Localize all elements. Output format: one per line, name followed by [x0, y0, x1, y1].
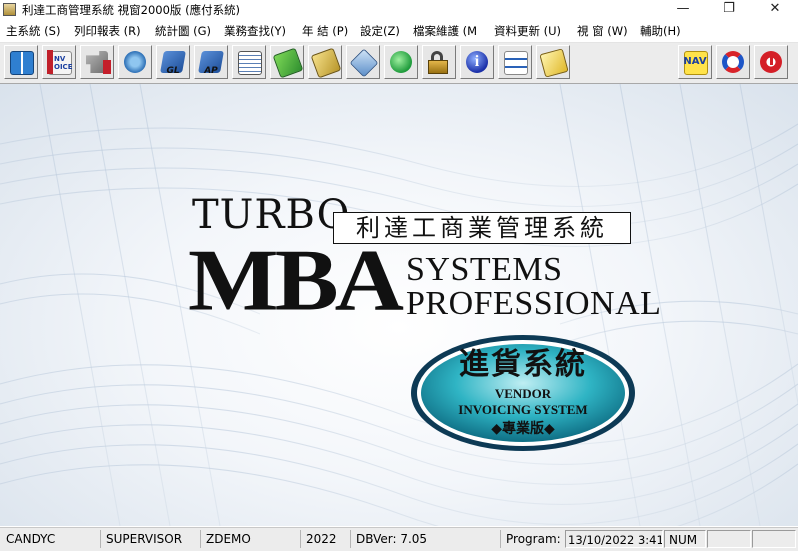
status-caps-indicator [707, 530, 751, 548]
green-disk-button[interactable] [270, 45, 304, 79]
book-button[interactable] [4, 45, 38, 79]
status-year: 2022 [306, 532, 337, 546]
minimize-button[interactable]: — [660, 0, 706, 19]
status-separator [500, 530, 501, 548]
green-disk-icon [272, 47, 304, 79]
report-button[interactable] [232, 45, 266, 79]
numbered-list-icon [504, 51, 528, 75]
lock-icon [428, 60, 448, 74]
info-icon: i [466, 51, 488, 73]
menu-data-update[interactable]: 資料更新 (U) [494, 23, 561, 39]
app-icon[interactable] [3, 3, 16, 16]
tool-handle-icon [103, 60, 111, 74]
badge-chinese-title: 進貨系統 [459, 347, 587, 382]
status-program-label: Program: [506, 532, 561, 546]
gold-disk-icon [310, 47, 342, 79]
status-datetime: 13/10/2022 3:41: [565, 530, 663, 548]
menu-window[interactable]: 視 窗 (W) [577, 23, 628, 39]
close-button[interactable]: ✕ [752, 0, 798, 19]
logo-turbo: TURBO [192, 192, 351, 238]
gl-button[interactable]: GL [156, 45, 190, 79]
gold-disk-button[interactable] [308, 45, 342, 79]
logo-systems: SYSTEMS [406, 251, 563, 288]
notepad-icon [539, 48, 569, 78]
report-icon [238, 51, 262, 75]
menu-help[interactable]: 輔助(H) [640, 23, 681, 39]
status-user: SUPERVISOR [106, 532, 183, 546]
menu-file-maintenance[interactable]: 檔案維護 (M [413, 23, 477, 39]
status-bar: CANDYC SUPERVISOR ZDEMO 2022 DBVer: 7.05… [0, 527, 798, 551]
ap-button[interactable]: AP [194, 45, 228, 79]
status-scroll-indicator [752, 530, 796, 548]
menu-settings[interactable]: 設定(Z) [360, 23, 400, 39]
info-button[interactable]: i [460, 45, 494, 79]
status-separator [300, 530, 301, 548]
menu-print-reports[interactable]: 列印報表 (R) [74, 23, 141, 39]
invoice-button[interactable]: NV OICE [42, 45, 76, 79]
invoice-stripe-icon [47, 50, 53, 74]
tools-button[interactable] [80, 45, 114, 79]
status-database: ZDEMO [206, 532, 251, 546]
disk-drive-button[interactable] [346, 45, 380, 79]
notepad-button[interactable] [536, 45, 570, 79]
restore-button[interactable]: ❐ [706, 0, 752, 19]
menu-business-search[interactable]: 業務查找(Y) [224, 23, 286, 39]
menu-bar: 主系統 (S) 列印報表 (R) 統計圖 (G) 業務查找(Y) 年 結 (P)… [0, 20, 798, 43]
window-title: 利達工商管理系統 視窗2000版 (應付系統) [22, 3, 241, 17]
power-button[interactable] [754, 45, 788, 79]
status-separator [100, 530, 101, 548]
status-separator [200, 530, 201, 548]
logo-mba: MBA [188, 230, 404, 329]
invoice-label: NV OICE [54, 55, 73, 71]
globe-button[interactable] [384, 45, 418, 79]
nav-label: NAV [683, 56, 707, 67]
disk-drive-icon [349, 48, 379, 78]
book-icon [10, 51, 34, 75]
power-bar-icon [770, 55, 773, 65]
status-numlock: NUM [664, 530, 706, 548]
ap-label: AP [204, 66, 218, 76]
status-separator [350, 530, 351, 548]
numbered-list-button[interactable] [498, 45, 532, 79]
badge-vendor: VENDOR [494, 386, 552, 401]
menu-main-system[interactable]: 主系統 (S) [6, 23, 60, 39]
splash-area: TURBO 利達工商業管理系統 MBA SYSTEMS PROFESSIONAL… [0, 84, 798, 526]
logo-professional: PROFESSIONAL [406, 285, 662, 322]
nav-button[interactable]: NAV [678, 45, 712, 79]
badge-invoicing-system: INVOICING SYSTEM [458, 402, 588, 417]
toolbar: NV OICE GL AP i NAV [0, 43, 798, 84]
refresh-button[interactable] [716, 45, 750, 79]
badge-edition: ◆專業版◆ [491, 421, 555, 437]
network-icon [124, 51, 146, 73]
gl-label: GL [166, 66, 180, 76]
refresh-icon [722, 51, 744, 73]
network-button[interactable] [118, 45, 152, 79]
title-bar: 利達工商管理系統 視窗2000版 (應付系統) — ❐ ✕ [0, 0, 798, 19]
status-dbver: DBVer: 7.05 [356, 532, 428, 546]
menu-charts[interactable]: 統計圖 (G) [155, 23, 211, 39]
globe-icon [390, 51, 412, 73]
status-company: CANDYC [6, 532, 56, 546]
menu-year-end[interactable]: 年 結 (P) [302, 23, 348, 39]
lock-button[interactable] [422, 45, 456, 79]
